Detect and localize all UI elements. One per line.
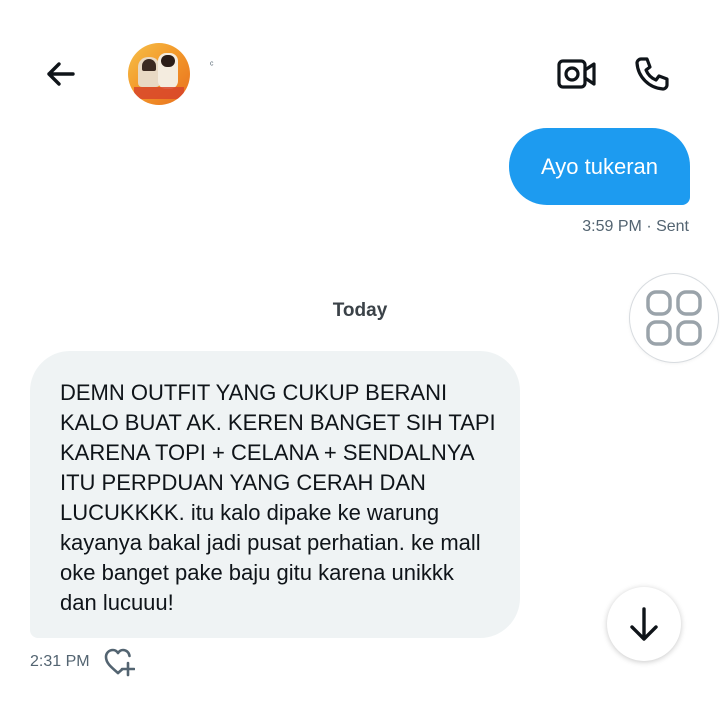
avatar[interactable] bbox=[128, 43, 190, 105]
arrow-left-icon bbox=[47, 62, 75, 86]
scroll-to-bottom-button[interactable] bbox=[607, 587, 681, 661]
day-separator: Today bbox=[332, 300, 388, 321]
received-message-text: DEMN OUTFIT YANG CUKUP BERANI KALO BUAT … bbox=[60, 380, 496, 615]
received-message-bubble[interactable]: DEMN OUTFIT YANG CUKUP BERANI KALO BUAT … bbox=[30, 351, 520, 638]
received-message-time: 2:31 PM bbox=[30, 653, 90, 670]
grid-button[interactable] bbox=[630, 274, 718, 362]
sent-message-meta: 3:59 PM · Sent bbox=[582, 218, 689, 235]
phone-call-button[interactable] bbox=[630, 52, 674, 96]
arrow-down-icon bbox=[630, 607, 658, 641]
react-button[interactable] bbox=[102, 646, 136, 678]
back-button[interactable] bbox=[40, 53, 82, 95]
video-camera-icon bbox=[557, 59, 596, 89]
sent-message-bubble[interactable]: Ayo tukeran bbox=[509, 128, 690, 205]
phone-icon bbox=[635, 57, 669, 91]
conversation-name[interactable]: ᶜ bbox=[210, 60, 214, 71]
sent-message-text: Ayo tukeran bbox=[540, 153, 658, 179]
grid-icon bbox=[646, 290, 702, 346]
video-call-button[interactable] bbox=[555, 52, 599, 96]
heart-plus-icon bbox=[104, 648, 135, 677]
